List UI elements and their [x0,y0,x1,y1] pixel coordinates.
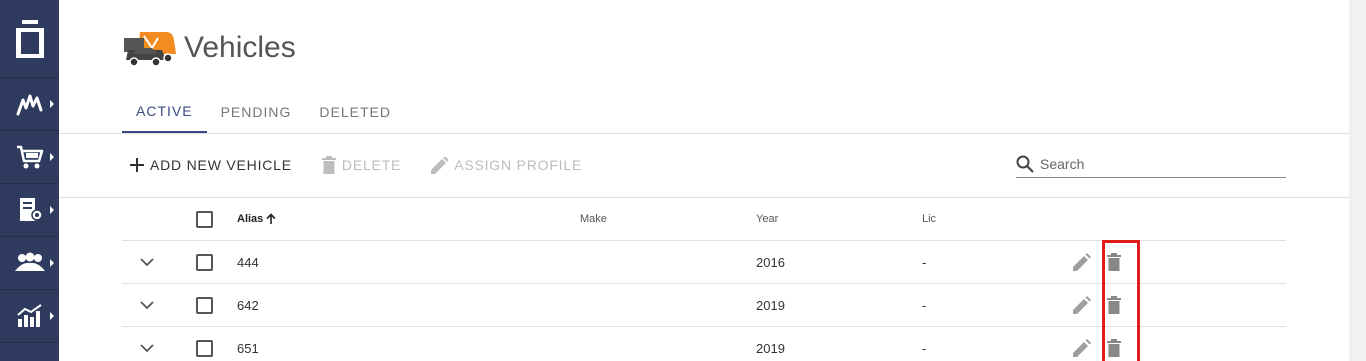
expand-cell [122,250,172,274]
routes-icon [16,94,42,116]
sidebar-item-routes[interactable] [0,78,59,131]
sidebar-item-analytics[interactable] [0,290,59,343]
highlight-annotation [1102,240,1140,361]
pencil-icon [1073,296,1091,314]
expand-row-button[interactable] [135,336,159,360]
plus-icon [130,158,144,172]
expand-row-button[interactable] [135,250,159,274]
row-checkbox-cell [172,253,237,271]
chevron-down-icon [140,300,154,309]
expand-row-button[interactable] [135,293,159,317]
select-all-checkbox[interactable] [196,210,213,228]
page-title: Vehicles [184,31,296,64]
edit-button[interactable] [1066,332,1098,361]
row-checkbox-cell [172,296,237,314]
chevron-right-icon [50,312,54,320]
tab-deleted[interactable]: DELETED [305,90,405,133]
actions-cell [1062,289,1286,321]
sidebar-item-cart[interactable] [0,131,59,184]
address-book-icon [19,198,43,221]
tab-bar: ACTIVE PENDING DELETED [122,90,405,133]
vehicles-icon [124,32,176,67]
app-root: Vehicles ACTIVE PENDING DELETED ADD NEW … [0,0,1366,361]
table-header: Alias Make Year Lic [122,198,1286,241]
add-new-vehicle-label: ADD NEW VEHICLE [150,157,292,173]
chevron-right-icon [50,206,54,214]
row-checkbox-cell [172,339,237,357]
cell-lic: - [922,297,927,313]
chevron-down-icon [140,257,154,266]
chevron-right-icon [50,100,54,108]
actions-cell [1062,246,1286,278]
select-all-cell [172,210,237,228]
chevron-right-icon [50,153,54,161]
pencil-icon [1073,339,1091,357]
cart-icon [16,145,43,169]
cell-lic: - [922,340,927,356]
page-header: Vehicles [122,26,296,70]
tab-active[interactable]: ACTIVE [122,90,207,133]
row-checkbox[interactable] [196,253,213,271]
divider [59,133,1349,134]
app-logo[interactable] [0,0,59,78]
chevron-down-icon [140,343,154,352]
edit-button[interactable] [1066,246,1098,278]
edit-button[interactable] [1066,289,1098,321]
arrow-up-icon [266,213,276,224]
search-icon [1016,155,1034,173]
column-header-make[interactable]: Make [580,213,756,225]
sidebar-item-addresses[interactable] [0,184,59,237]
pencil-icon [1073,253,1091,271]
delete-label: DELETE [341,157,402,173]
delete-button[interactable]: DELETE [314,147,409,183]
cell-year: 2019 [756,340,785,356]
cell-year: 2016 [756,254,785,270]
cell-alias: 651 [237,340,259,356]
cell-alias: 642 [237,297,259,313]
expand-cell [122,293,172,317]
row-checkbox[interactable] [196,339,213,357]
team-icon [14,252,45,271]
column-header-year[interactable]: Year [756,213,922,225]
pencil-icon [431,156,449,174]
analytics-icon [16,304,42,327]
add-new-vehicle-button[interactable]: ADD NEW VEHICLE [122,147,300,183]
column-header-alias[interactable]: Alias [237,213,580,225]
trash-icon [321,156,336,174]
scrollbar[interactable] [1349,0,1366,361]
cell-year: 2019 [756,297,785,313]
actions-cell [1062,332,1286,361]
row-checkbox[interactable] [196,296,213,314]
assign-profile-button[interactable]: ASSIGN PROFILE [423,147,590,183]
expand-cell [122,336,172,360]
alias-header-label: Alias [237,213,264,225]
sidebar [0,0,59,361]
search-box [1016,150,1286,178]
assign-profile-label: ASSIGN PROFILE [454,157,583,173]
tab-pending[interactable]: PENDING [207,90,306,133]
search-input[interactable] [1040,155,1270,172]
cell-lic: - [922,254,927,270]
app-logo-icon [15,19,44,58]
cell-alias: 444 [237,254,259,270]
column-header-lic[interactable]: Lic [922,213,1062,225]
toolbar: ADD NEW VEHICLE DELETE ASSIGN PROFILE [122,145,604,185]
chevron-right-icon [50,259,54,267]
sidebar-item-team[interactable] [0,237,59,290]
